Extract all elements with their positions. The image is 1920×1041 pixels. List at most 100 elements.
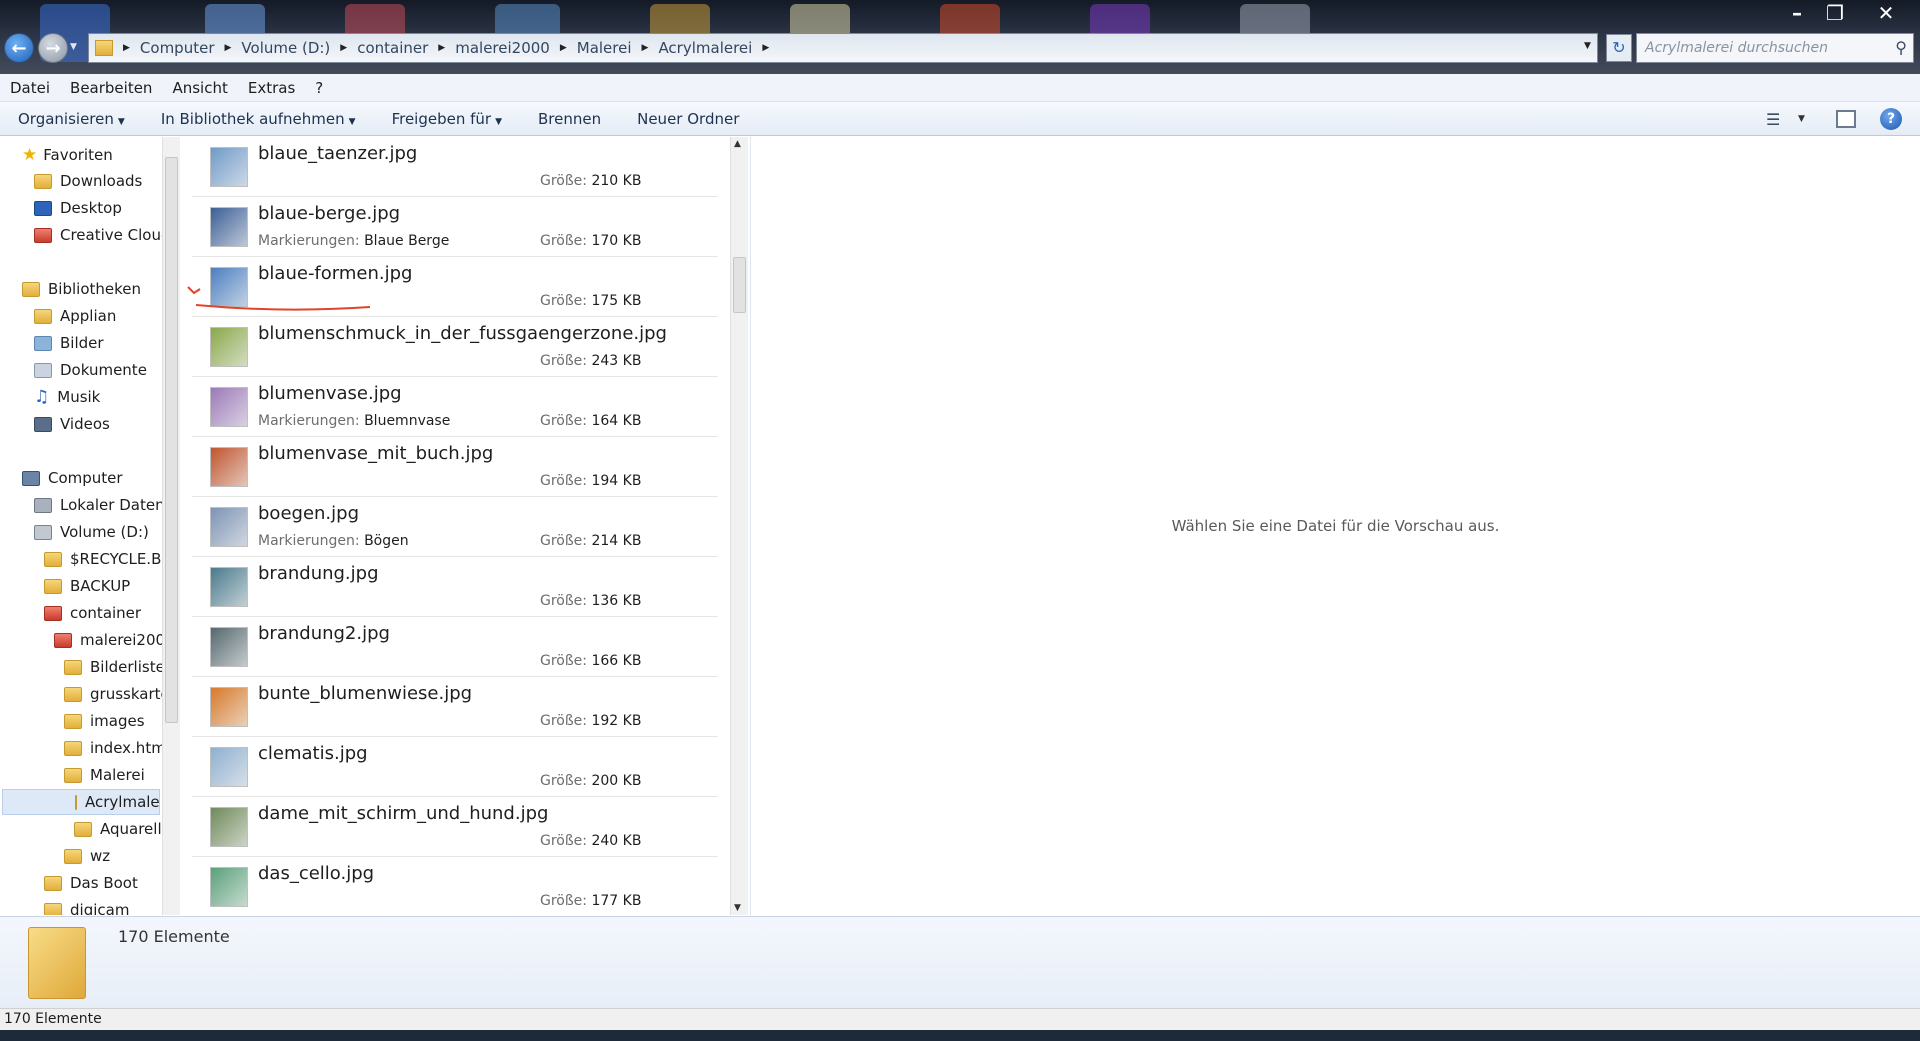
address-dropdown-icon[interactable]: ▼ [1584,41,1591,51]
file-row[interactable]: blaue-formen.jpg Größe: 175 KB [187,257,718,317]
nav-local-drive[interactable]: Lokaler Datentr [34,492,162,518]
nav-acrylmalerei[interactable]: Acrylmale [2,789,160,815]
nav-malerei-label: Malerei [90,766,145,784]
nav-bilderliste[interactable]: Bilderliste- [64,654,162,680]
nav-local-drive-label: Lokaler Datentr [60,496,162,514]
nav-volume-d[interactable]: Volume (D:) [34,519,149,545]
nav-videos-label: Videos [60,415,110,433]
nav-applian[interactable]: Applian [34,303,116,329]
menu-extras[interactable]: Extras [238,79,305,97]
maximize-icon[interactable]: ❐ [1816,0,1854,26]
share-button[interactable]: Freigeben für ▼ [374,110,520,128]
nav-creative-cloud[interactable]: Creative Cloud [34,222,162,248]
file-list-scrollbar-thumb[interactable] [733,257,746,313]
burn-button[interactable]: Brennen [520,110,619,128]
file-size-value: 210 KB [591,173,642,189]
file-row[interactable]: bunte_blumenwiese.jpg Größe: 192 KB [192,677,718,737]
nav-libraries[interactable]: Bibliotheken [22,276,141,302]
help-icon[interactable]: ? [1880,108,1902,130]
desktop-icon [34,200,52,216]
nav-favorites[interactable]: ★ Favoriten [22,142,113,168]
nav-images[interactable]: images [64,708,145,734]
breadcrumb-separator-icon[interactable]: ▶ [638,43,653,53]
file-row[interactable]: clematis.jpg Größe: 200 KB [192,737,718,797]
recent-pages-chevron-icon[interactable]: ▼ [70,42,77,52]
nav-computer[interactable]: Computer [22,465,123,491]
navigation-scrollbar[interactable] [162,137,180,915]
file-row[interactable]: brandung2.jpg Größe: 166 KB [192,617,718,677]
nav-grusskarten[interactable]: grusskarten [64,681,162,707]
search-input[interactable]: Acrylmalerei durchsuchen ⚲ [1636,33,1914,63]
search-icon[interactable]: ⚲ [1895,38,1907,57]
address-bar[interactable]: ▶ Computer ▶ Volume (D:) ▶ container ▶ m… [88,33,1598,63]
breadcrumb-separator-icon[interactable]: ▶ [758,43,773,53]
refresh-icon[interactable]: ↻ [1606,34,1632,62]
breadcrumb-malerei2000[interactable]: malerei2000 [449,39,556,57]
breadcrumb-computer[interactable]: Computer [134,39,221,57]
view-options-icon[interactable]: ☰ [1766,110,1780,129]
navigation-scrollbar-thumb[interactable] [165,157,178,723]
file-size: Größe: 166 KB [540,653,641,669]
file-row[interactable]: dame_mit_schirm_und_hund.jpg Größe: 240 … [192,797,718,857]
scroll-up-arrow-icon[interactable]: ▲ [734,139,741,149]
breadcrumb-separator-icon[interactable]: ▶ [336,43,351,53]
nav-malerei[interactable]: Malerei [64,762,145,788]
file-row[interactable]: blumenschmuck_in_der_fussgaengerzone.jpg… [192,317,718,377]
libraries-icon [22,281,40,297]
minimize-icon[interactable]: – [1778,0,1816,26]
file-row[interactable]: blaue_taenzer.jpg Größe: 210 KB [192,137,718,197]
scroll-down-arrow-icon[interactable]: ▼ [734,903,741,913]
nav-malerei2000[interactable]: malerei2000 [54,627,162,653]
breadcrumb-container[interactable]: container [351,39,434,57]
file-row[interactable]: das_cello.jpg Größe: 177 KB [192,857,718,915]
size-label: Größe: [540,713,588,729]
nav-bilder[interactable]: Bilder [34,330,104,356]
folder-icon [28,927,86,999]
back-arrow-icon[interactable]: ← [4,33,34,63]
nav-das-boot[interactable]: Das Boot [44,870,138,896]
view-chevron-down-icon[interactable]: ▼ [1798,114,1805,124]
nav-musik[interactable]: ♫ Musik [34,384,100,410]
nav-aquarelle[interactable]: Aquarelle [74,816,162,842]
file-list-scrollbar[interactable]: ▲ ▼ [730,137,748,915]
nav-backup[interactable]: BACKUP [44,573,130,599]
menu-ansicht[interactable]: Ansicht [162,79,237,97]
file-size: Größe: 214 KB [540,533,641,549]
add-to-library-label: In Bibliothek aufnehmen [160,109,345,128]
forward-arrow-icon[interactable]: → [38,33,68,63]
nav-index-html-label: index.html [90,739,162,757]
new-folder-button[interactable]: Neuer Ordner [619,110,757,128]
menu-datei[interactable]: Datei [0,79,60,97]
nav-dokumente[interactable]: Dokumente [34,357,147,383]
nav-recycle-bin[interactable]: $RECYCLE.BIN [44,546,162,572]
file-row[interactable]: blaue-berge.jpg Markierungen: Blaue Berg… [192,197,718,257]
image-thumbnail [210,567,248,607]
breadcrumb-separator-icon[interactable]: ▶ [434,43,449,53]
file-row[interactable]: blumenvase.jpg Markierungen: Bluemnvase … [192,377,718,437]
breadcrumb-separator-icon[interactable]: ▶ [556,43,571,53]
organize-button[interactable]: Organisieren ▼ [0,110,143,128]
nav-digicam[interactable]: digicam [44,897,129,915]
menu-help[interactable]: ? [305,79,333,97]
breadcrumb-malerei[interactable]: Malerei [571,39,638,57]
nav-desktop[interactable]: Desktop [34,195,122,221]
add-to-library-button[interactable]: In Bibliothek aufnehmen ▼ [143,110,374,128]
breadcrumb-acrylmalerei[interactable]: Acrylmalerei [652,39,758,57]
file-row[interactable]: blumenvase_mit_buch.jpg Größe: 194 KB [192,437,718,497]
file-name: brandung.jpg [258,563,379,584]
nav-downloads[interactable]: Downloads [34,168,142,194]
breadcrumb-volume-d[interactable]: Volume (D:) [235,39,336,57]
nav-videos[interactable]: Videos [34,411,110,437]
nav-container[interactable]: container [44,600,141,626]
details-item-count: 170 Elemente [118,927,230,946]
nav-index-html[interactable]: index.html [64,735,162,761]
menu-bearbeiten[interactable]: Bearbeiten [60,79,162,97]
close-icon[interactable]: ✕ [1864,0,1908,26]
breadcrumb-separator-icon[interactable]: ▶ [221,43,236,53]
image-thumbnail [210,627,248,667]
size-label: Größe: [540,293,588,309]
file-row[interactable]: boegen.jpg Markierungen: Bögen Größe: 21… [192,497,718,557]
nav-wz[interactable]: wz [64,843,110,869]
preview-pane-toggle-icon[interactable] [1836,110,1856,128]
file-row[interactable]: brandung.jpg Größe: 136 KB [192,557,718,617]
